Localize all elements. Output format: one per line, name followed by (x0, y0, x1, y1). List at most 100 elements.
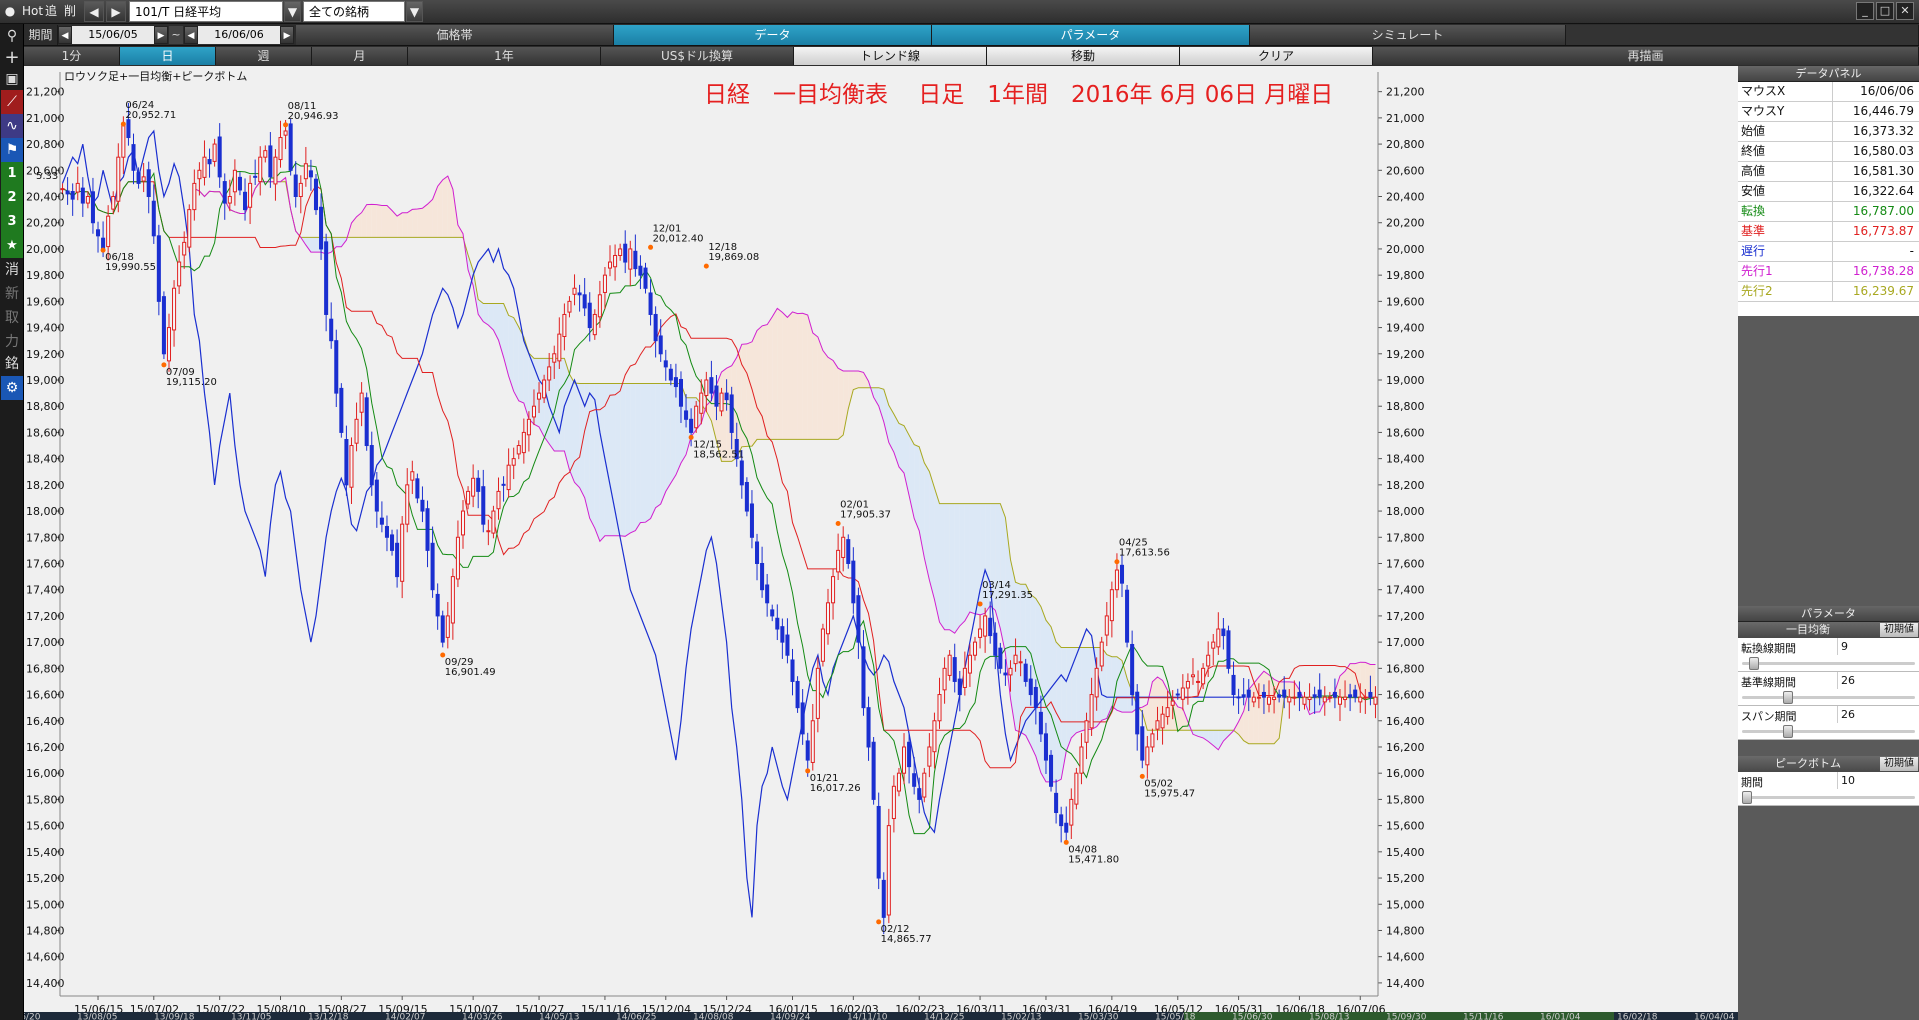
param-slider[interactable] (1742, 657, 1915, 670)
y-tick-label-left: 21,200 (26, 86, 65, 99)
back-button[interactable]: ◀ (84, 1, 104, 22)
tab-price-zone[interactable]: 価格帯 (296, 25, 614, 45)
param-slider[interactable] (1742, 725, 1915, 738)
gear-icon[interactable]: ⚙ (1, 376, 23, 400)
tab-trendline[interactable]: トレンド線 (794, 47, 987, 65)
tab-redraw[interactable]: 再描画 (1373, 47, 1919, 65)
candle-up (983, 615, 988, 637)
ichimoku-reset-button[interactable]: 初期値 (1880, 623, 1918, 637)
date-to-prev-icon[interactable]: ◀ (184, 26, 198, 44)
data-row-label: 先行1 (1741, 264, 1773, 278)
param-value-field[interactable]: 26 (1837, 672, 1919, 689)
kumo-bull-segment (422, 204, 428, 238)
tab-monthly[interactable]: 月 (312, 47, 408, 65)
candle-down (1261, 691, 1266, 698)
close-button[interactable]: ✕ (1896, 2, 1914, 20)
candle-up (836, 549, 841, 573)
hot-button[interactable]: Hot (22, 1, 44, 22)
peak-value-label: 18,562.51 (693, 449, 744, 460)
take-button[interactable]: 取 (1, 306, 23, 330)
period-bar: 期間 ◀ 15/06/05 ▶ ~ ◀ 16/06/06 ▶ 価格帯 データ パ… (0, 24, 1919, 46)
param-value-field[interactable]: 26 (1837, 706, 1919, 723)
star-icon[interactable]: ★ (1, 234, 23, 258)
date-from-prev-icon[interactable]: ◀ (58, 26, 72, 44)
y-tick-label-left: 14,400 (26, 977, 65, 990)
param-value-field[interactable]: 9 (1837, 638, 1919, 655)
overview-label: 14/11/10 (847, 1013, 888, 1020)
candle-up (349, 445, 354, 488)
candle-up (1251, 696, 1256, 703)
new-button[interactable]: 新 (1, 282, 23, 306)
kumo-bear-segment (554, 358, 560, 451)
chart-up-icon[interactable]: ⟋ (1, 90, 23, 114)
y-tick-label-left: 19,600 (26, 295, 65, 308)
date-from-field[interactable]: 15/06/05 (72, 26, 154, 44)
erase-button[interactable]: 消 (1, 258, 23, 282)
kumo-bull-segment (407, 209, 413, 238)
candle-down (785, 634, 790, 656)
preset-3-button[interactable]: 3 (1, 210, 23, 234)
preset-1-button[interactable]: 1 (1, 162, 23, 186)
slider-thumb[interactable] (1748, 657, 1759, 670)
delete-button[interactable]: 削 (64, 1, 80, 22)
stock-button[interactable]: 銘 (1, 352, 23, 376)
search-icon[interactable]: ⚲ (1, 24, 23, 48)
slider-thumb[interactable] (1782, 691, 1793, 704)
data-row-divider (1832, 242, 1833, 261)
candle-down (1317, 689, 1322, 698)
y-tick-label-left: 17,000 (26, 636, 65, 649)
tab-clear[interactable]: クリア (1180, 47, 1373, 65)
universe-field[interactable]: 全ての銘柄 (303, 1, 405, 22)
preset-2-button[interactable]: 2 (1, 186, 23, 210)
tab-usd-convert[interactable]: US$ドル換算 (601, 47, 794, 65)
candle-up (825, 602, 831, 635)
candle-down (344, 439, 349, 486)
date-to-field[interactable]: 16/06/06 (198, 26, 280, 44)
candle-up (942, 667, 947, 691)
candle-up (962, 667, 967, 688)
minimize-button[interactable]: _ (1856, 2, 1874, 20)
param-slider[interactable] (1742, 691, 1915, 704)
forward-button[interactable]: ▶ (106, 1, 126, 22)
data-row-value: 16,581.30 (1852, 164, 1914, 178)
candle-up (258, 156, 263, 183)
peak-reset-button[interactable]: 初期値 (1880, 757, 1918, 771)
tab-data[interactable]: データ (614, 25, 932, 45)
tab-1year[interactable]: 1年 (408, 47, 601, 65)
kumo-bear-segment (898, 423, 905, 473)
candle-up (1185, 680, 1190, 689)
camera-icon[interactable]: ▣ (1, 67, 23, 91)
universe-dropdown-icon[interactable]: ▼ (406, 1, 423, 22)
tab-parameter[interactable]: パラメータ (932, 25, 1250, 45)
date-to-next-icon[interactable]: ▶ (280, 26, 294, 44)
chart-area[interactable]: 06/24 20,952.71 06/18 19,990.55 07/09 19,115.… (24, 66, 1738, 1020)
tab-move[interactable]: 移動 (987, 47, 1180, 65)
add-button[interactable]: 追 (45, 1, 61, 22)
param-value-field[interactable]: 10 (1837, 772, 1919, 789)
symbol-dropdown-icon[interactable]: ▼ (284, 1, 301, 22)
flag-icon[interactable]: ⚑ (1, 138, 23, 162)
candle-down (871, 741, 876, 800)
date-from-next-icon[interactable]: ▶ (154, 26, 168, 44)
candle-up (166, 327, 172, 362)
maximize-button[interactable]: □ (1876, 2, 1894, 20)
kumo-bear-segment (610, 383, 616, 536)
kumo-bear-segment (949, 503, 955, 634)
bulb-icon[interactable]: ● (2, 1, 18, 22)
y-tick-label-right: 16,400 (1386, 715, 1425, 728)
param-slider[interactable] (1742, 791, 1915, 804)
candle-up (359, 392, 364, 413)
chart-line-icon[interactable]: ∿ (1, 114, 23, 138)
y-tick-label-right: 21,000 (1386, 112, 1425, 125)
tab-weekly[interactable]: 週 (216, 47, 312, 65)
symbol-field[interactable]: 101/T 日経平均 (129, 1, 283, 22)
power-button[interactable]: 力 (1, 330, 23, 354)
ichimoku-chart[interactable]: 06/2420,952.7106/1819,990.5507/0919,115.… (24, 66, 1738, 1020)
slider-thumb[interactable] (1782, 725, 1793, 738)
kumo-bear-segment (513, 317, 519, 401)
slider-thumb[interactable] (1742, 791, 1752, 804)
data-row-divider (1832, 222, 1833, 241)
tab-daily[interactable]: 日 (120, 47, 216, 65)
tab-simulate[interactable]: シミュレート (1250, 25, 1566, 45)
tab-1min[interactable]: 1分 (24, 47, 120, 65)
